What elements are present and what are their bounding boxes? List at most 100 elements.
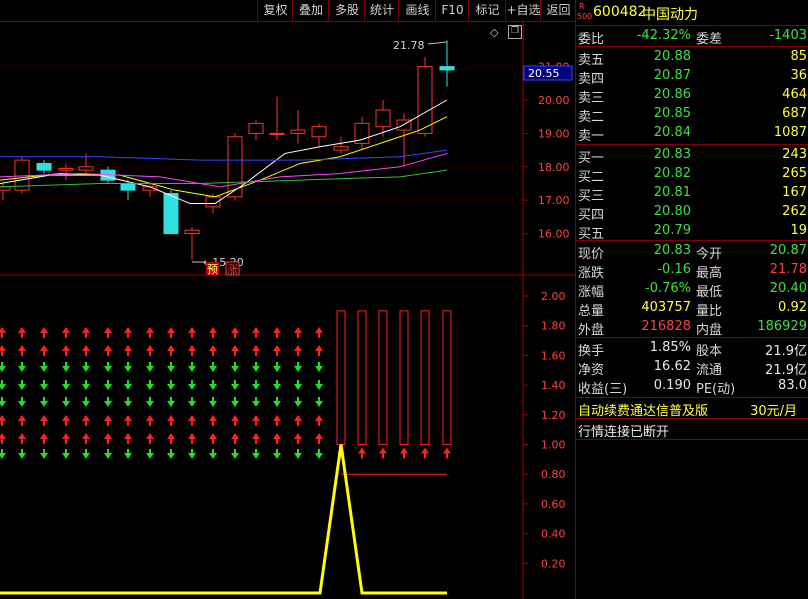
buy-vol: 19 [790, 223, 807, 238]
price-axis-label: 16.00 [538, 228, 570, 241]
sell-label: 卖五 [578, 53, 605, 68]
buy-price: 20.79 [653, 223, 691, 238]
candle-body [269, 132, 285, 135]
weicha-label: 委差 [696, 32, 723, 47]
quote-row: 买二 20.82 265 [576, 165, 808, 185]
sell-vol: 85 [790, 49, 807, 64]
divider [576, 418, 808, 419]
arrow-down [62, 453, 70, 459]
stat2-value: 1.85% [649, 340, 691, 355]
indicator-axis-label: 1.40 [541, 379, 566, 392]
stat-value: 186929 [757, 319, 807, 334]
quote-row: 涨幅 -0.76% 最低 20.40 [576, 280, 808, 300]
price-axis-label: 18.00 [538, 161, 570, 174]
buy-label: 买二 [578, 170, 605, 185]
indicator-axis-label: 1.00 [541, 439, 566, 452]
candle-body [184, 229, 200, 235]
arrow-down [315, 366, 323, 372]
arrow-down [188, 453, 196, 459]
arrow-down [0, 401, 6, 407]
buy-vol: 167 [782, 185, 807, 200]
stat-label: 涨幅 [578, 285, 605, 300]
ad-banner[interactable]: 自动续费通达信普及版 30元/月 [576, 399, 808, 419]
arrow-down [104, 401, 112, 407]
stat-label: 最低 [696, 285, 723, 300]
arrow-down [82, 366, 90, 372]
stat2-value: 83.0 [778, 378, 807, 393]
arrow-down [252, 384, 260, 390]
arrow-down [18, 366, 26, 372]
quote-row: 净资 16.62 流通 21.9亿 [576, 358, 808, 378]
sell-vol: 36 [790, 68, 807, 83]
quote-row: 买四 20.80 262 [576, 203, 808, 223]
tag-zhang: 涨 [227, 263, 238, 276]
buy-label: 买三 [578, 189, 605, 204]
ma60-line [0, 149, 448, 161]
quote-row: 卖五 20.88 85 [576, 48, 808, 68]
stat-value: 20.87 [769, 243, 807, 258]
divider [576, 439, 808, 440]
stat2-label: 换手 [578, 344, 605, 359]
arrow-down [146, 366, 154, 372]
arrow-down [273, 384, 281, 390]
arrow-down [124, 366, 132, 372]
arrow-down [167, 384, 175, 390]
quote-row: 卖二 20.85 687 [576, 105, 808, 125]
arrow-down [294, 366, 302, 372]
stat-label: 内盘 [696, 323, 723, 338]
arrow-down [231, 453, 239, 459]
indicator-axis-label: 0.40 [541, 528, 566, 541]
stat-value: -0.76% [645, 281, 691, 296]
connection-status: 行情连接已断开 [578, 425, 670, 440]
arrow-down [0, 366, 6, 372]
stat2-label: PE(动) [696, 382, 736, 397]
candle-body [120, 183, 136, 191]
indicator-line [0, 444, 447, 595]
candle-body [58, 167, 74, 171]
arrow-down [167, 401, 175, 407]
price-axis-label: 17.00 [538, 194, 570, 207]
quote-row: 涨跌 -0.16 最高 21.78 [576, 261, 808, 281]
current-price-tag: 20.55 [528, 67, 560, 80]
buy-price: 20.81 [653, 185, 691, 200]
quote-row: 卖一 20.84 1087 [576, 124, 808, 144]
arrow-down [104, 366, 112, 372]
arrow-down [124, 384, 132, 390]
arrow-down [252, 401, 260, 407]
code-badge: 500 [577, 12, 593, 21]
stat-value: 403757 [641, 300, 691, 315]
quote-row: 卖四 20.87 36 [576, 67, 808, 87]
arrow-down [209, 401, 217, 407]
quote-row: 买五 20.79 19 [576, 222, 808, 242]
stock-name: 中国动力 [642, 7, 698, 23]
stat-label: 最高 [696, 266, 723, 281]
arrow-down [104, 384, 112, 390]
stat-label: 总量 [578, 304, 605, 319]
indicator-axis-label: 0.80 [541, 468, 566, 481]
price-axis-label: 20.00 [538, 94, 570, 107]
quote-row: 卖三 20.86 464 [576, 86, 808, 106]
signal-bar [442, 310, 452, 445]
arrow-down [82, 384, 90, 390]
indicator-axis-label: 1.60 [541, 349, 566, 362]
stat2-value: 16.62 [653, 359, 691, 374]
buy-price: 20.82 [653, 166, 691, 181]
divider [576, 337, 808, 338]
stat-label: 外盘 [578, 323, 605, 338]
kline-chart[interactable]: 21.0020.0019.0018.0017.0016.0020.5521.78… [0, 0, 575, 599]
candle-body [78, 166, 94, 171]
ad-price: 30元/月 [750, 404, 797, 419]
sell-label: 卖一 [578, 129, 605, 144]
sell-price: 20.84 [653, 125, 691, 140]
arrow-down [146, 453, 154, 459]
stock-terminal-window: 复权叠加多股统计画线F10标记+自选返回 ◇ ❐ 21.0020.0019.00… [0, 0, 808, 599]
stat-value: -0.16 [657, 262, 691, 277]
divider [576, 46, 808, 47]
stat2-label: 收益(三) [578, 382, 628, 397]
signal-bar [420, 310, 430, 445]
arrow-down [167, 453, 175, 459]
indicator-axis-label: 0.20 [541, 557, 566, 570]
quote-row: 总量 403757 量比 0.92 [576, 299, 808, 319]
indicator-axis-label: 1.20 [541, 409, 566, 422]
buy-label: 买一 [578, 151, 605, 166]
